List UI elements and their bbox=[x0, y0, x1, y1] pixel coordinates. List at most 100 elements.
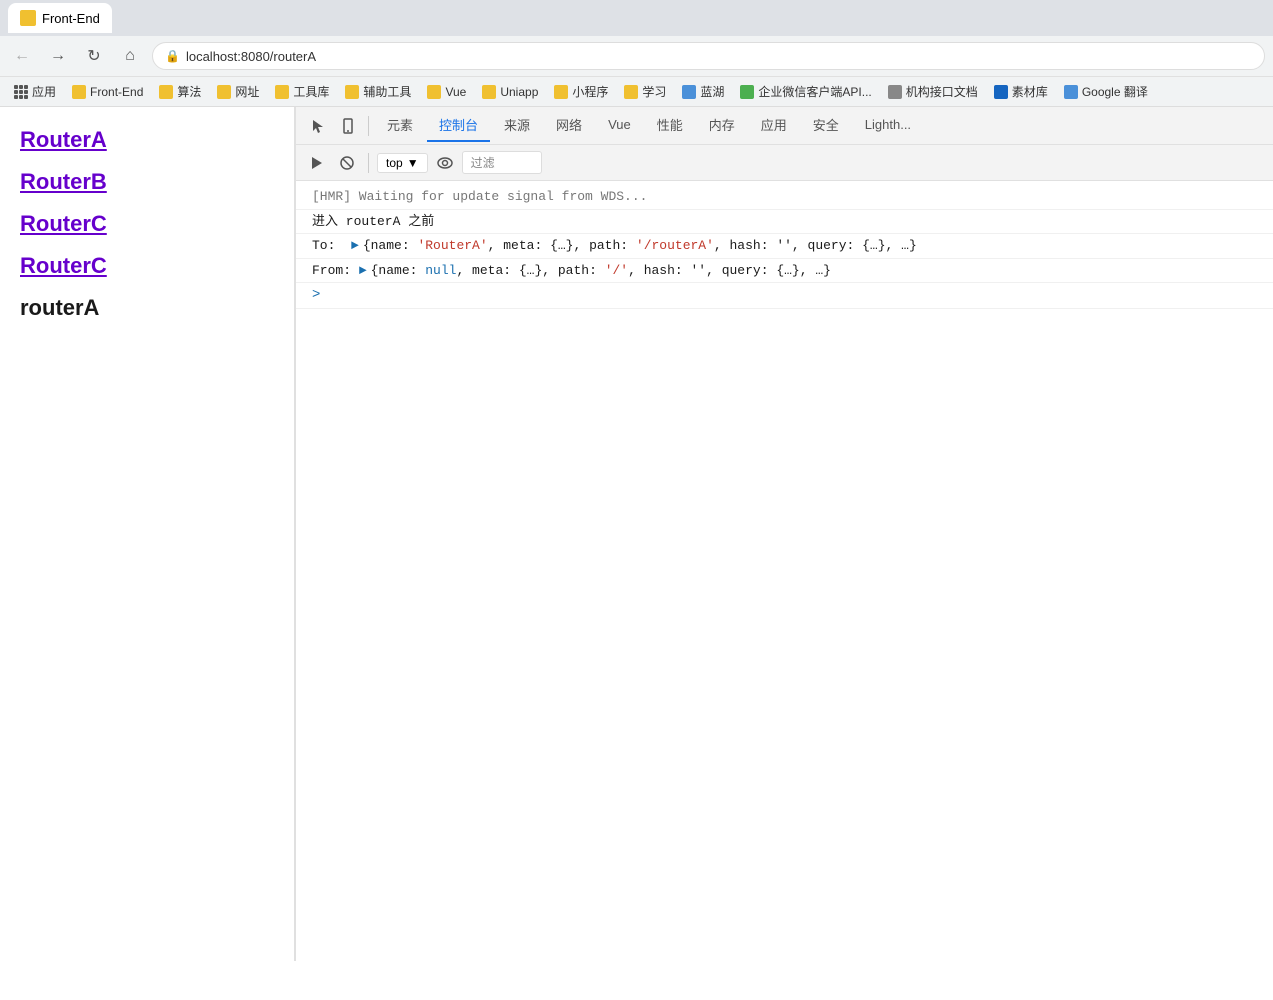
url-text: localhost:8080/routerA bbox=[186, 49, 316, 64]
from-rest: , hash: '', query: {…}, …} bbox=[628, 263, 831, 278]
bookmark-api-icon bbox=[888, 85, 902, 99]
top-selector[interactable]: top ▼ bbox=[377, 153, 428, 173]
run-button[interactable] bbox=[304, 150, 330, 176]
toolbar-divider bbox=[368, 153, 369, 173]
bookmark-uniapp[interactable]: Uniapp bbox=[476, 83, 544, 101]
tab-performance[interactable]: 性能 bbox=[645, 109, 695, 142]
console-prompt-line[interactable]: > bbox=[296, 283, 1273, 309]
active-tab[interactable]: Front-End bbox=[8, 3, 112, 33]
bookmark-api-label: 机构接口文档 bbox=[906, 83, 978, 100]
bookmark-apps-label: 应用 bbox=[32, 83, 56, 100]
bookmark-toolkit-icon bbox=[275, 85, 289, 99]
from-meta: , meta: {…}, path: bbox=[456, 263, 604, 278]
filter-placeholder: 过滤 bbox=[471, 154, 495, 171]
tab-title: Front-End bbox=[42, 11, 100, 26]
tab-vue-label: Vue bbox=[608, 117, 631, 132]
from-expand-arrow[interactable]: ► bbox=[359, 263, 367, 278]
clear-button[interactable] bbox=[334, 150, 360, 176]
to-label: To: bbox=[312, 238, 351, 253]
tab-network-label: 网络 bbox=[556, 118, 582, 133]
console-line-before: 进入 routerA 之前 bbox=[296, 210, 1273, 235]
from-label: From: bbox=[312, 263, 359, 278]
tab-application-label: 应用 bbox=[761, 118, 787, 133]
to-expand-arrow[interactable]: ► bbox=[351, 238, 359, 253]
router-a-link[interactable]: RouterA bbox=[20, 127, 274, 153]
to-rest: , hash: '', query: {…}, …} bbox=[714, 238, 917, 253]
devtools-panel: 元素 控制台 来源 网络 Vue 性能 内存 应用 bbox=[295, 107, 1273, 961]
bookmark-url-icon bbox=[217, 85, 231, 99]
console-line-from-content: From: ►{name: null, meta: {…}, path: '/'… bbox=[312, 261, 1265, 281]
main-content: RouterA RouterB RouterC RouterC routerA bbox=[0, 107, 1273, 961]
cursor-icon[interactable] bbox=[304, 112, 332, 140]
tab-lighthouse[interactable]: Lighth... bbox=[853, 111, 923, 140]
bookmark-tools-label: 辅助工具 bbox=[363, 83, 411, 100]
bookmark-lanhu[interactable]: 蓝湖 bbox=[676, 81, 730, 102]
forward-button[interactable]: → bbox=[44, 42, 72, 70]
bookmark-frontend[interactable]: Front-End bbox=[66, 83, 149, 101]
tab-application[interactable]: 应用 bbox=[749, 109, 799, 142]
mobile-icon[interactable] bbox=[334, 112, 362, 140]
bookmark-algorithm[interactable]: 算法 bbox=[153, 81, 207, 102]
bookmark-translate-label: Google 翻译 bbox=[1082, 83, 1148, 100]
tab-console-label: 控制台 bbox=[439, 118, 478, 133]
devtools-toolbar: top ▼ 过滤 bbox=[296, 145, 1273, 181]
bookmark-algorithm-icon bbox=[159, 85, 173, 99]
router-b-link[interactable]: RouterB bbox=[20, 169, 274, 195]
to-name-value: 'RouterA' bbox=[417, 238, 487, 253]
tab-divider-1 bbox=[368, 116, 369, 136]
tab-elements[interactable]: 元素 bbox=[375, 109, 425, 142]
back-button[interactable]: ← bbox=[8, 42, 36, 70]
bookmarks-bar: 应用 Front-End 算法 网址 工具库 辅助工具 Vue Uniapp bbox=[0, 76, 1273, 106]
tab-network[interactable]: 网络 bbox=[544, 109, 594, 142]
bookmark-material[interactable]: 素材库 bbox=[988, 81, 1054, 102]
watch-button[interactable] bbox=[432, 150, 458, 176]
to-obj-start: {name: bbox=[363, 238, 418, 253]
console-line-from: From: ►{name: null, meta: {…}, path: '/'… bbox=[296, 259, 1273, 284]
lock-icon: 🔒 bbox=[165, 49, 180, 63]
bookmark-url[interactable]: 网址 bbox=[211, 81, 265, 102]
console-line-hmr: [HMR] Waiting for update signal from WDS… bbox=[296, 185, 1273, 210]
tab-console[interactable]: 控制台 bbox=[427, 109, 490, 142]
tab-security[interactable]: 安全 bbox=[801, 109, 851, 142]
tab-vue[interactable]: Vue bbox=[596, 111, 643, 140]
bookmark-apps[interactable]: 应用 bbox=[8, 81, 62, 102]
filter-input[interactable]: 过滤 bbox=[462, 151, 542, 174]
to-path-value: '/routerA' bbox=[636, 238, 714, 253]
router-c-link-1[interactable]: RouterC bbox=[20, 211, 274, 237]
browser-toolbar: ← → ↻ ⌂ 🔒 localhost:8080/routerA bbox=[0, 36, 1273, 76]
bookmark-vue-label: Vue bbox=[445, 85, 466, 99]
bookmark-miniprogram-icon bbox=[554, 85, 568, 99]
bookmark-wechat-label: 企业微信客户端API... bbox=[758, 83, 871, 100]
bookmark-translate[interactable]: Google 翻译 bbox=[1058, 81, 1154, 102]
bookmark-tools[interactable]: 辅助工具 bbox=[339, 81, 417, 102]
bookmark-api-doc[interactable]: 机构接口文档 bbox=[882, 81, 984, 102]
bookmark-uniapp-label: Uniapp bbox=[500, 85, 538, 99]
bookmark-miniprogram[interactable]: 小程序 bbox=[548, 81, 614, 102]
bookmark-tools-icon bbox=[345, 85, 359, 99]
bookmark-learn[interactable]: 学习 bbox=[618, 81, 672, 102]
bookmark-material-label: 素材库 bbox=[1012, 83, 1048, 100]
bookmark-toolkit[interactable]: 工具库 bbox=[269, 81, 335, 102]
tab-performance-label: 性能 bbox=[657, 118, 683, 133]
bookmark-miniprogram-label: 小程序 bbox=[572, 83, 608, 100]
current-router: routerA bbox=[20, 295, 274, 321]
refresh-button[interactable]: ↻ bbox=[80, 42, 108, 70]
tab-sources[interactable]: 来源 bbox=[492, 109, 542, 142]
bookmark-vue[interactable]: Vue bbox=[421, 83, 472, 101]
top-dropdown-icon: ▼ bbox=[407, 156, 419, 170]
from-path-value: '/' bbox=[605, 263, 628, 278]
tab-elements-label: 元素 bbox=[387, 118, 413, 133]
top-label: top bbox=[386, 156, 403, 170]
tab-memory[interactable]: 内存 bbox=[697, 109, 747, 142]
bookmark-vue-icon bbox=[427, 85, 441, 99]
before-text: 进入 routerA 之前 bbox=[312, 214, 434, 229]
tab-favicon bbox=[20, 10, 36, 26]
home-button[interactable]: ⌂ bbox=[116, 42, 144, 70]
bookmark-material-icon bbox=[994, 85, 1008, 99]
bookmark-learn-label: 学习 bbox=[642, 83, 666, 100]
console-line-to-content: To: ►{name: 'RouterA', meta: {…}, path: … bbox=[312, 236, 1265, 256]
bookmark-frontend-icon bbox=[72, 85, 86, 99]
address-bar[interactable]: 🔒 localhost:8080/routerA bbox=[152, 42, 1265, 70]
bookmark-wechat-api[interactable]: 企业微信客户端API... bbox=[734, 81, 877, 102]
router-c-link-2[interactable]: RouterC bbox=[20, 253, 274, 279]
